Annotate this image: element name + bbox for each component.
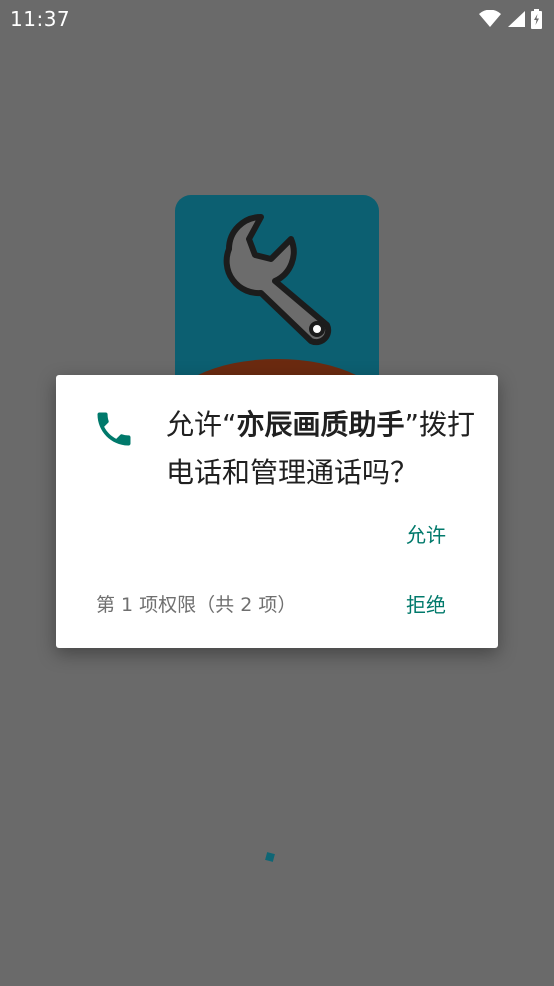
dialog-title: 允许“亦辰画质助手”拨打电话和管理通话吗？ xyxy=(166,401,476,497)
title-prefix: 允许“ xyxy=(166,408,237,441)
wrench-icon xyxy=(223,214,332,346)
phone-icon xyxy=(92,407,136,455)
dialog-footer: 第 1 项权限（共 2 项） 拒绝 xyxy=(96,589,446,618)
app-name: 亦辰画质助手 xyxy=(236,408,405,441)
status-icons xyxy=(479,9,542,29)
battery-charging-icon xyxy=(531,9,542,29)
permission-dialog: 允许“亦辰画质助手”拨打电话和管理通话吗？ 允许 第 1 项权限（共 2 项） … xyxy=(56,375,498,648)
status-bar: 11:37 xyxy=(0,0,554,38)
status-time: 11:37 xyxy=(10,7,71,31)
allow-button[interactable]: 允许 xyxy=(406,515,446,552)
app-logo xyxy=(175,195,379,405)
deny-button[interactable]: 拒绝 xyxy=(406,589,446,618)
wifi-icon xyxy=(479,10,501,28)
permission-counter: 第 1 项权限（共 2 项） xyxy=(96,594,297,616)
cell-signal-icon xyxy=(507,10,525,28)
loading-indicator xyxy=(265,852,275,862)
